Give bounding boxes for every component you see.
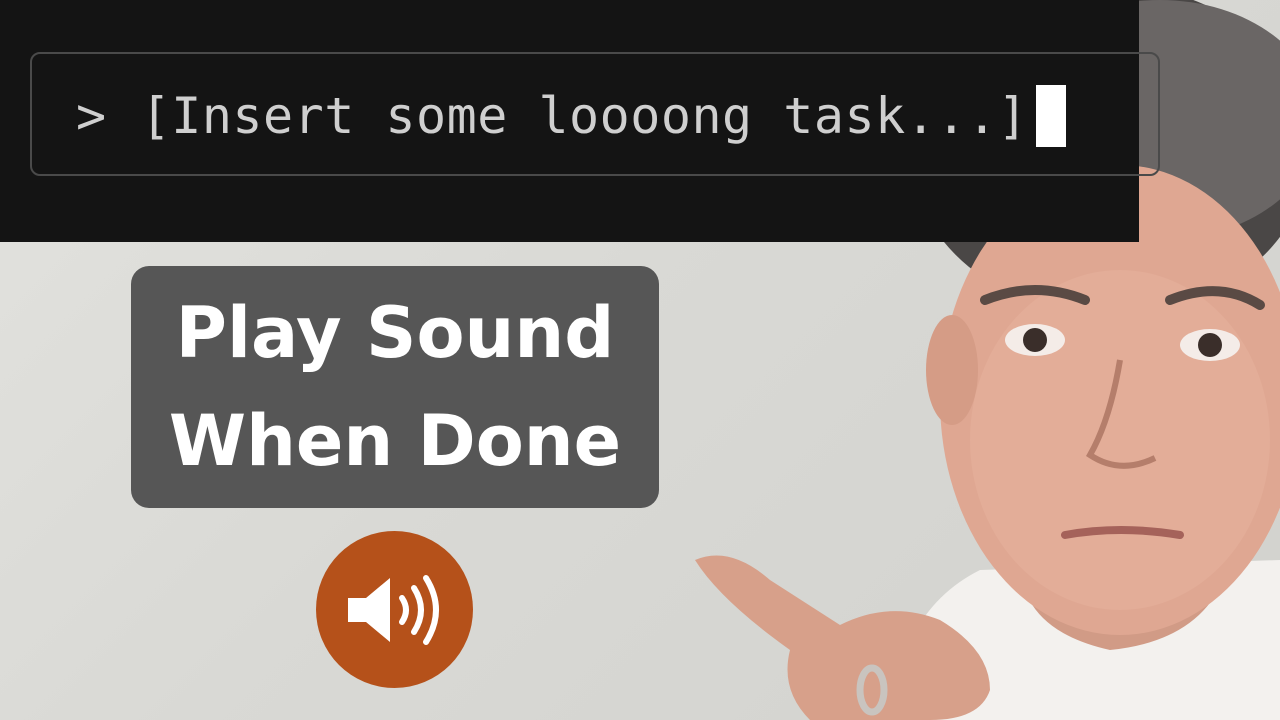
speaker-button[interactable] (316, 531, 473, 688)
text-cursor (1036, 85, 1067, 147)
thumbnail: > [Insert some loooong task...] Play Soun… (0, 0, 1280, 720)
caption-line-1: Play Sound (175, 292, 615, 374)
prompt-input-text: [Insert some loooong task...] (140, 87, 1029, 145)
terminal-panel: > [Insert some loooong task...] (0, 0, 1160, 242)
ear-shape (926, 315, 978, 425)
speaker-volume-icon (347, 574, 439, 645)
caption-line-2: When Done (168, 400, 622, 482)
prompt-symbol: > (76, 87, 107, 145)
face-highlight-shape (970, 270, 1270, 610)
caption-card: Play Sound When Done (131, 266, 659, 508)
prompt-line[interactable]: > [Insert some loooong task...] (76, 84, 1067, 148)
hand-shape (695, 555, 990, 720)
